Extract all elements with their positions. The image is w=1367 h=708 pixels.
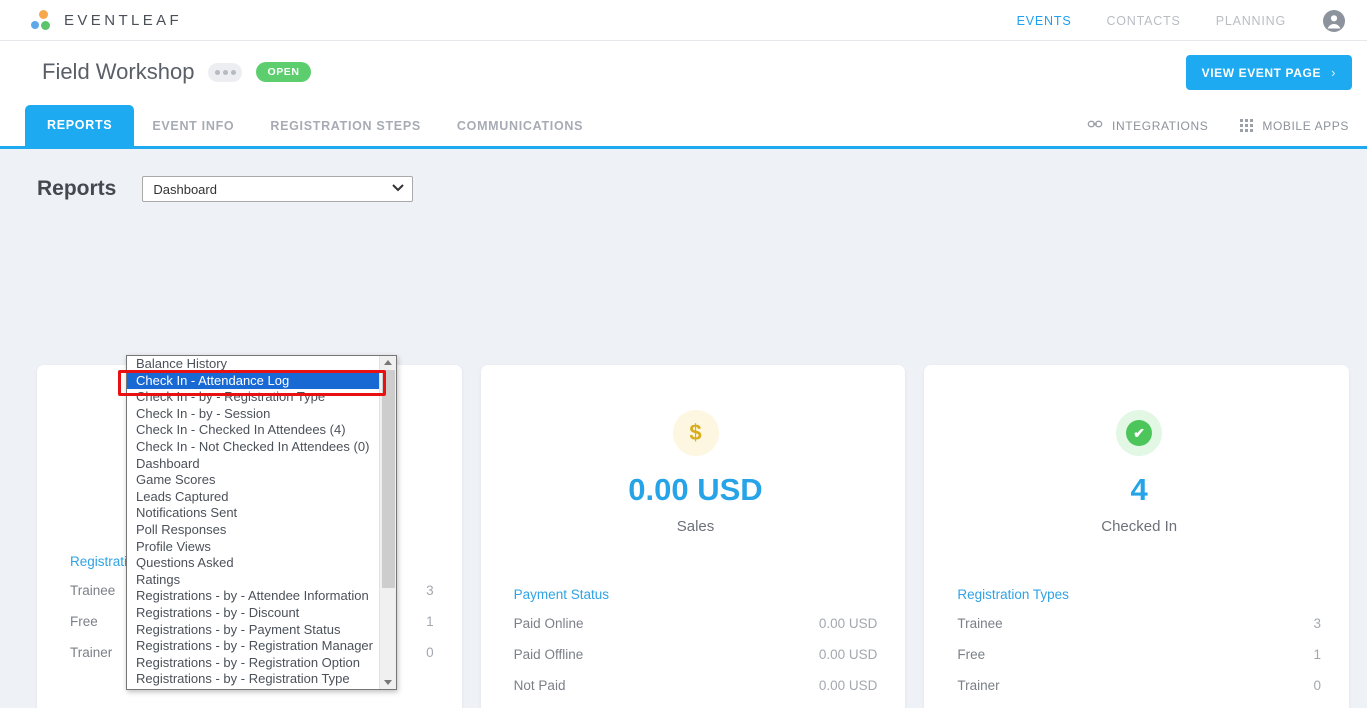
- row-label: Paid Offline: [513, 647, 584, 662]
- top-navigation: EVENTS CONTACTS PLANNING: [1017, 0, 1367, 41]
- tab-communications[interactable]: COMMUNICATIONS: [439, 107, 601, 146]
- scrollbar-thumb[interactable]: [382, 370, 395, 588]
- table-row: Paid Offline 0.00 USD: [514, 639, 878, 670]
- tab-event-info[interactable]: EVENT INFO: [134, 107, 252, 146]
- table-row: Trainer 0: [957, 670, 1321, 701]
- report-option-19[interactable]: Registrations - by - Registration Type: [127, 671, 379, 688]
- view-event-page-button[interactable]: VIEW EVENT PAGE ›: [1185, 55, 1352, 90]
- report-option-18[interactable]: Registrations - by - Registration Option: [127, 655, 379, 672]
- report-select-value: Dashboard: [153, 181, 217, 197]
- table-row: Trainee 3: [957, 608, 1321, 639]
- report-select-dropdown[interactable]: Balance History Check In - Attendance Log…: [126, 355, 397, 690]
- row-value: 3: [426, 583, 434, 598]
- row-label: Trainer: [957, 678, 1000, 693]
- row-value: 1: [1313, 647, 1322, 662]
- card-sales: $ 0.00 USD Sales Payment Status Paid Onl…: [480, 365, 906, 708]
- report-option-5[interactable]: Check In - Not Checked In Attendees (0): [127, 439, 379, 456]
- table-row: Paid Online 0.00 USD: [514, 608, 878, 639]
- tab-list: REPORTS EVENT INFO REGISTRATION STEPS CO…: [25, 105, 601, 146]
- report-option-17[interactable]: Registrations - by - Registration Manage…: [127, 638, 379, 655]
- chevron-down-icon: [392, 183, 405, 195]
- row-value: 0.00 USD: [818, 678, 878, 693]
- link-icon: [1087, 116, 1103, 135]
- report-option-9[interactable]: Notifications Sent: [127, 505, 379, 522]
- row-value: 0.00 USD: [818, 647, 878, 662]
- checked-in-value: 4: [1130, 472, 1148, 507]
- report-option-10[interactable]: Poll Responses: [127, 522, 379, 539]
- scroll-up-arrow-icon[interactable]: [384, 360, 392, 365]
- row-value: 0: [1313, 678, 1322, 693]
- report-option-0[interactable]: Balance History: [127, 356, 379, 373]
- reports-title: Reports: [37, 177, 117, 200]
- card-checked-in: ✔ 4 Checked In Registration Types Traine…: [924, 365, 1350, 708]
- report-option-11[interactable]: Profile Views: [127, 539, 379, 556]
- row-label: Free: [70, 614, 98, 629]
- row-value: 0: [426, 645, 434, 660]
- top-bar: EVENTLEAF EVENTS CONTACTS PLANNING: [0, 0, 1367, 41]
- report-option-3[interactable]: Check In - by - Session: [127, 406, 379, 423]
- tab-bar: REPORTS EVENT INFO REGISTRATION STEPS CO…: [0, 103, 1367, 149]
- checked-in-section-title-0: Registration Types: [957, 587, 1069, 602]
- integrations-label: INTEGRATIONS: [1112, 118, 1209, 133]
- nav-item-contacts[interactable]: CONTACTS: [1106, 14, 1180, 28]
- row-value: 3: [1313, 616, 1322, 631]
- tab-registration-steps[interactable]: REGISTRATION STEPS: [252, 107, 439, 146]
- reports-header: Reports Dashboard: [0, 149, 1367, 202]
- row-label: Free: [957, 647, 986, 662]
- view-event-page-label: VIEW EVENT PAGE: [1201, 65, 1322, 80]
- scroll-down-arrow-icon[interactable]: [384, 680, 392, 685]
- report-option-14[interactable]: Registrations - by - Attendee Informatio…: [127, 588, 379, 605]
- report-option-13[interactable]: Ratings: [127, 572, 379, 589]
- sales-value: 0.00 USD: [628, 472, 763, 507]
- dollar-glyph: $: [689, 420, 702, 445]
- row-label: Trainee: [957, 616, 1003, 631]
- nav-item-planning[interactable]: PLANNING: [1216, 14, 1286, 28]
- row-label: Paid Online: [513, 616, 584, 631]
- row-label: Not Paid: [513, 678, 566, 693]
- user-avatar-icon[interactable]: [1321, 8, 1347, 34]
- report-option-4[interactable]: Check In - Checked In Attendees (4): [127, 422, 379, 439]
- checked-in-label: Checked In: [1101, 518, 1178, 535]
- check-glyph: ✔: [1126, 420, 1153, 446]
- nav-item-events[interactable]: EVENTS: [1017, 14, 1072, 28]
- integrations-button[interactable]: INTEGRATIONS: [1087, 116, 1208, 135]
- event-header: Field Workshop OPEN VIEW EVENT PAGE ›: [0, 41, 1367, 103]
- row-value: 0.00 USD: [818, 616, 878, 631]
- report-option-15[interactable]: Registrations - by - Discount: [127, 605, 379, 622]
- report-option-16[interactable]: Registrations - by - Payment Status: [127, 622, 379, 639]
- dropdown-scrollbar[interactable]: [379, 356, 396, 689]
- row-label: Trainer: [70, 645, 113, 660]
- event-options-button[interactable]: [208, 62, 243, 82]
- sales-label: Sales: [676, 518, 715, 535]
- report-option-list[interactable]: Balance History Check In - Attendance Log…: [127, 356, 379, 689]
- row-value: 1: [426, 614, 434, 629]
- tab-bar-actions: INTEGRATIONS MOBILE APPS: [1087, 116, 1349, 135]
- mobile-apps-button[interactable]: MOBILE APPS: [1240, 119, 1349, 133]
- grid-dots-icon: [1240, 119, 1254, 132]
- chevron-right-icon: ›: [1331, 65, 1336, 80]
- brand-logo[interactable]: EVENTLEAF: [30, 9, 182, 31]
- status-badge: OPEN: [256, 62, 311, 82]
- table-row: Not Paid 0.00 USD: [514, 670, 878, 701]
- report-option-12[interactable]: Questions Asked: [127, 555, 379, 572]
- tab-reports[interactable]: REPORTS: [25, 105, 135, 146]
- table-row: Free 1: [957, 639, 1321, 670]
- eventleaf-dots-icon: [30, 9, 54, 31]
- mobile-apps-label: MOBILE APPS: [1262, 118, 1349, 133]
- report-option-1[interactable]: Check In - Attendance Log: [127, 372, 379, 390]
- more-payment-statuses-icon[interactable]: [514, 701, 878, 708]
- brand-name: EVENTLEAF: [64, 11, 183, 29]
- row-label: Trainee: [70, 583, 116, 598]
- page-title: Field Workshop: [42, 59, 195, 84]
- report-option-8[interactable]: Leads Captured: [127, 489, 379, 506]
- reports-body: Reports Dashboard Registration Types Tra…: [0, 149, 1367, 708]
- report-option-2[interactable]: Check In - by - Registration Type: [127, 389, 379, 406]
- sales-section-title-0: Payment Status: [513, 587, 609, 602]
- dollar-icon: $: [672, 410, 719, 456]
- check-circle-icon: ✔: [1116, 410, 1163, 456]
- report-option-7[interactable]: Game Scores: [127, 472, 379, 489]
- report-option-6[interactable]: Dashboard: [127, 456, 379, 473]
- report-select[interactable]: Dashboard: [142, 176, 414, 202]
